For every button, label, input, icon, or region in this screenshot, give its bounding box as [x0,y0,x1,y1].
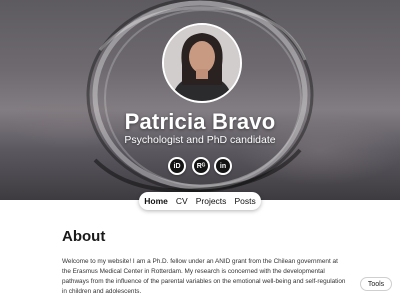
about-heading: About [62,228,106,245]
profile-avatar [162,23,242,103]
nav-projects[interactable]: Projects [196,196,227,206]
linkedin-link[interactable]: in [214,157,232,175]
hero-banner: Patricia Bravo Psychologist and PhD cand… [0,0,400,200]
about-paragraph: Welcome to my website! I am a Ph.D. fell… [62,258,346,295]
linkedin-icon: in [216,159,230,173]
nav-posts[interactable]: Posts [234,196,255,206]
nav-cv[interactable]: CV [176,196,188,206]
researchgate-link[interactable]: Rᴳ [192,157,210,175]
nav-home[interactable]: Home [144,196,168,206]
profile-name: Patricia Bravo [124,109,276,134]
main-navigation: Home CV Projects Posts [139,192,261,210]
orcid-link[interactable]: iD [168,157,186,175]
researchgate-icon: Rᴳ [194,159,208,173]
profile-subtitle: Psychologist and PhD candidate [124,134,276,146]
tools-button[interactable]: Tools [360,277,392,291]
orcid-icon: iD [170,159,184,173]
